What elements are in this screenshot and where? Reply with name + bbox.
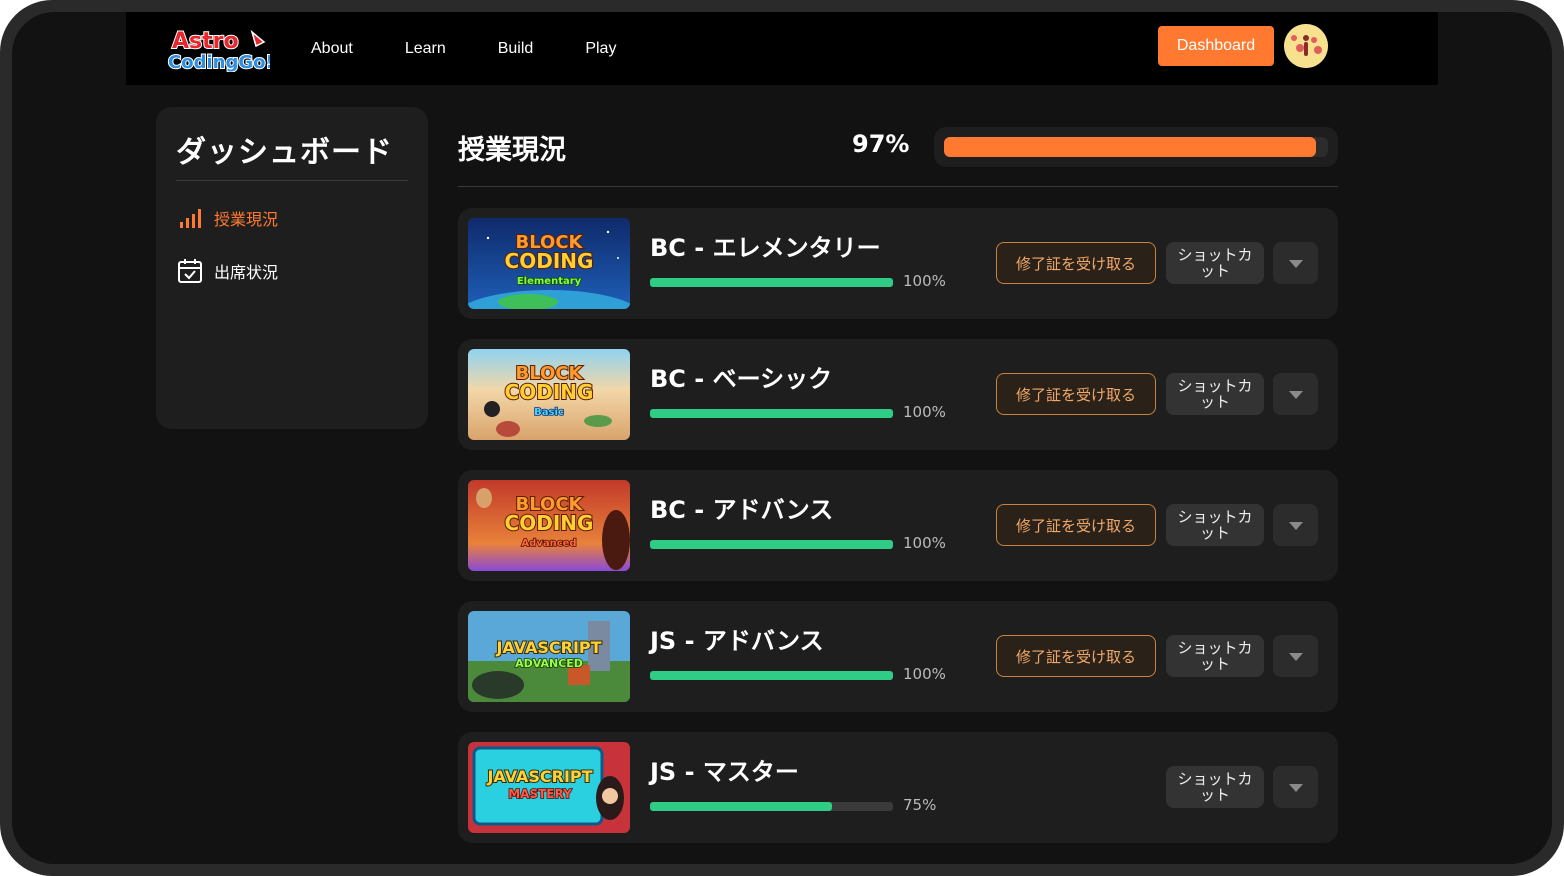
course-progress-percent: 75% [903, 796, 937, 814]
sidebar: ダッシュボード 授業現況 出席状況 [156, 107, 428, 429]
chevron-down-icon [1288, 516, 1303, 535]
shortcut-button[interactable]: ショットカット [1166, 766, 1264, 808]
course-progress-fill [650, 540, 893, 549]
shortcut-button[interactable]: ショットカット [1166, 242, 1264, 284]
course-title: JS - アドバンス [650, 627, 824, 655]
thumb-title-line1: JAVASCRIPT [486, 767, 592, 786]
chevron-down-icon [1288, 385, 1303, 404]
course-progress-fill [650, 802, 833, 811]
thumb-title-line3: Basic [534, 407, 564, 418]
calendar-check-icon [176, 257, 204, 285]
shortcut-button[interactable]: ショットカット [1166, 504, 1264, 546]
logo-coding-text: CodingGo! [168, 52, 270, 72]
nav-link-build[interactable]: Build [498, 40, 534, 58]
sidebar-title: ダッシュボード [176, 135, 393, 170]
course-row: BLOCK CODING Advanced BC - アドバンス 100% 修了… [458, 470, 1338, 581]
course-progress-bar [650, 671, 893, 680]
course-row: JAVASCRIPT ADVANCED JS - アドバンス 100% 修了証を… [458, 601, 1338, 712]
nav-link-learn[interactable]: Learn [405, 40, 446, 58]
get-certificate-button[interactable]: 修了証を受け取る [996, 373, 1156, 415]
chevron-down-icon [1288, 647, 1303, 666]
course-progress-bar [650, 802, 893, 811]
thumb-title-line3: Elementary [517, 276, 582, 287]
device-frame: Astro CodingGo! About Learn Build Play D… [0, 0, 1564, 876]
course-thumbnail[interactable]: BLOCK CODING Advanced [468, 480, 630, 571]
chevron-down-icon [1288, 778, 1303, 797]
course-thumbnail[interactable]: BLOCK CODING Elementary [468, 218, 630, 309]
thumb-title-line2: ADVANCED [515, 657, 583, 670]
course-row: JAVASCRIPT MASTERY JS - マスター 75% ショットカット [458, 732, 1338, 843]
course-progress-percent: 100% [903, 534, 946, 552]
course-thumbnail[interactable]: JAVASCRIPT ADVANCED [468, 611, 630, 702]
sidebar-divider [176, 180, 408, 181]
get-certificate-button[interactable]: 修了証を受け取る [996, 635, 1156, 677]
course-row: BLOCK CODING Elementary BC - エレメンタリー 100… [458, 208, 1338, 319]
course-progress-fill [650, 671, 893, 680]
sidebar-item-label: 授業現況 [214, 210, 279, 229]
get-certificate-button[interactable]: 修了証を受け取る [996, 242, 1156, 284]
page-title: 授業現況 [458, 135, 566, 166]
course-title: BC - ベーシック [650, 365, 833, 393]
thumb-title-line1: JAVASCRIPT [495, 638, 601, 657]
course-title: JS - マスター [650, 758, 799, 786]
course-progress-percent: 100% [903, 403, 946, 421]
nav-link-play[interactable]: Play [585, 40, 616, 58]
shortcut-button[interactable]: ショットカット [1166, 373, 1264, 415]
dashboard-button[interactable]: Dashboard [1158, 26, 1274, 66]
overall-progress-rail [944, 137, 1328, 157]
overall-progress-fill [944, 137, 1317, 157]
thumb-title-line2: CODING [505, 380, 594, 404]
logo-astro-text: Astro [172, 29, 239, 54]
course-progress-bar [650, 540, 893, 549]
course-progress-fill [650, 409, 893, 418]
course-thumbnail[interactable]: JAVASCRIPT MASTERY [468, 742, 630, 833]
expand-dropdown-button[interactable] [1273, 373, 1318, 415]
nav-link-about[interactable]: About [311, 40, 353, 58]
thumb-title-line3: Advanced [521, 538, 576, 549]
thumb-title-line2: CODING [505, 249, 594, 273]
expand-dropdown-button[interactable] [1273, 766, 1318, 808]
course-progress-bar [650, 278, 893, 287]
astro-coding-go-logo[interactable]: Astro CodingGo! [166, 24, 275, 74]
course-progress-percent: 100% [903, 272, 946, 290]
bar-chart-icon [176, 204, 204, 232]
top-navbar: Astro CodingGo! About Learn Build Play D… [126, 12, 1438, 85]
course-thumbnail[interactable]: BLOCK CODING Basic [468, 349, 630, 440]
main-divider [458, 186, 1338, 187]
thumb-title-line2: CODING [505, 511, 594, 535]
course-progress-percent: 100% [903, 665, 946, 683]
chevron-down-icon [1288, 254, 1303, 273]
expand-dropdown-button[interactable] [1273, 635, 1318, 677]
course-title: BC - アドバンス [650, 496, 834, 524]
nav-links: About Learn Build Play [311, 12, 668, 85]
sidebar-item-class-status[interactable]: 授業現況 [176, 204, 278, 232]
get-certificate-button[interactable]: 修了証を受け取る [996, 504, 1156, 546]
course-progress-fill [650, 278, 893, 287]
user-avatar[interactable] [1284, 24, 1328, 68]
thumb-title-line2: MASTERY [508, 787, 572, 801]
course-progress-bar [650, 409, 893, 418]
shortcut-button[interactable]: ショットカット [1166, 635, 1264, 677]
expand-dropdown-button[interactable] [1273, 504, 1318, 546]
course-row: BLOCK CODING Basic BC - ベーシック 100% 修了証を受… [458, 339, 1338, 450]
sidebar-item-attendance[interactable]: 出席状況 [176, 257, 278, 285]
app-screen: Astro CodingGo! About Learn Build Play D… [12, 12, 1552, 864]
expand-dropdown-button[interactable] [1273, 242, 1318, 284]
course-title: BC - エレメンタリー [650, 234, 881, 262]
overall-progress-percent: 97% [852, 130, 910, 158]
sidebar-item-label: 出席状況 [214, 263, 279, 282]
overall-progress-bar [934, 127, 1338, 167]
